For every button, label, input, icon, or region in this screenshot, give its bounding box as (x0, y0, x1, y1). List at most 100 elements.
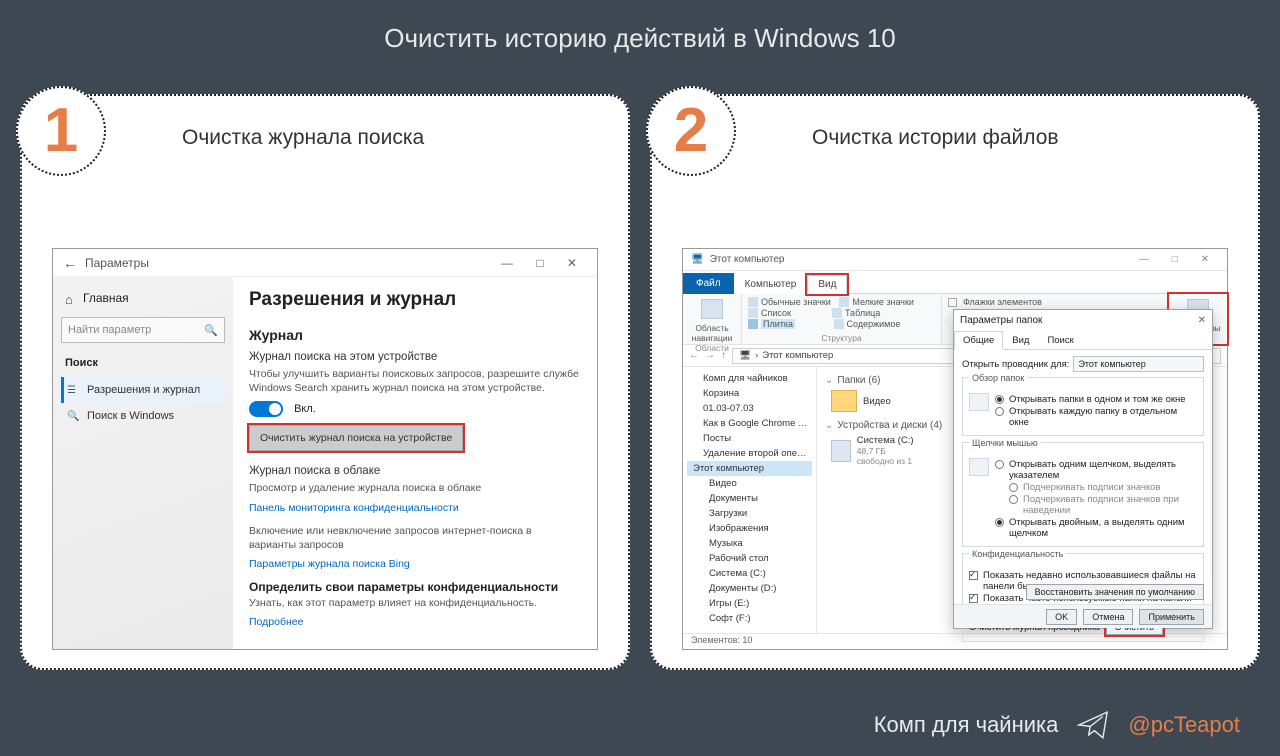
panel-1-title: Очистка журнала поиска (182, 126, 424, 150)
sidebar-home[interactable]: Главная (65, 291, 225, 305)
back-icon[interactable] (63, 255, 85, 271)
fieldset-browse: Обзор папок Открывать папки в одном и то… (962, 377, 1204, 436)
layout-icon (748, 319, 758, 329)
chevron-down-icon[interactable]: ⌄ (825, 420, 833, 431)
settings-main: Разрешения и журнал Журнал Журнал поиска… (233, 277, 597, 649)
toggle-label: Вкл. (294, 403, 316, 415)
search-icon: 🔍 (204, 324, 218, 337)
radio-new-window[interactable]: Открывать каждую папку в отдельном окне (995, 406, 1197, 428)
search-windows-icon (67, 410, 79, 422)
history-toggle[interactable] (249, 401, 283, 417)
ribbon-group-layout: Обычные значки Мелкие значки Список Табл… (742, 294, 942, 344)
privacy-params-desc: Узнать, как этот параметр влияет на конф… (249, 596, 581, 610)
nav-pane-button[interactable]: Область навигации (689, 297, 735, 343)
radio-same-window[interactable]: Открывать папки в одном и том же окне (995, 394, 1197, 405)
tree-item-this-pc[interactable]: Этот компьютер (687, 461, 812, 476)
folder-item[interactable]: Видео (831, 390, 921, 412)
radio-double-click[interactable]: Открывать двойным, а выделять одним щелч… (995, 517, 1197, 539)
drive-item[interactable]: Система (C:)48,7 ГБ свободно из 1 (831, 435, 921, 466)
dialog-tab-search[interactable]: Поиск (1038, 331, 1082, 350)
nav-up-icon[interactable]: ↑ (721, 350, 726, 361)
pc-icon: 🖥 (739, 350, 751, 361)
close-icon[interactable]: ✕ (1198, 315, 1206, 326)
layout-option[interactable]: Обычные значки (761, 297, 831, 307)
layout-option-active[interactable]: Плитка (761, 319, 795, 329)
layout-option[interactable]: Содержимое (847, 319, 901, 329)
drive-label: Система (C:) (857, 435, 921, 446)
address-path: Этот компьютер (762, 350, 833, 361)
tab-file[interactable]: Файл (683, 273, 734, 294)
sidebar-search[interactable]: Найти параметр 🔍 (61, 317, 225, 343)
tree-item[interactable]: Комп для чайников (687, 371, 812, 386)
tree-item[interactable]: Видео (687, 476, 812, 491)
tree-item[interactable]: Как в Google Chrome дава (687, 416, 812, 431)
panel-1: 1 Очистка журнала поиска Параметры — □ ✕… (20, 94, 630, 670)
dialog-tab-general[interactable]: Общие (954, 331, 1003, 350)
folder-label: Видео (863, 396, 891, 407)
clear-device-history-button[interactable]: Очистить журнал поиска на устройстве (249, 425, 463, 451)
explorer-title: Этот компьютер (710, 254, 785, 265)
restore-defaults-button[interactable]: Восстановить значения по умолчанию (1026, 584, 1204, 600)
dialog-tab-view[interactable]: Вид (1003, 331, 1038, 350)
page-title: Очистить историю действий в Windows 10 (384, 23, 896, 54)
flags-checkbox-label: Флажки элементов (963, 297, 1042, 307)
tree-item[interactable]: Рабочий стол (687, 551, 812, 566)
sidebar-item-search-windows[interactable]: Поиск в Windows (61, 403, 225, 429)
apply-button[interactable]: Применить (1139, 609, 1204, 625)
tree-item[interactable]: Изображения (687, 521, 812, 536)
radio-single-click[interactable]: Открывать одним щелчком, выделять указат… (995, 459, 1197, 481)
tab-computer[interactable]: Компьютер (734, 275, 808, 294)
chevron-down-icon[interactable]: ⌄ (825, 375, 833, 386)
page-header: Очистить историю действий в Windows 10 (0, 0, 1280, 76)
home-label: Главная (83, 291, 129, 305)
tree-item[interactable]: 01.03-07.03 (687, 401, 812, 416)
layout-option[interactable]: Список (761, 308, 791, 318)
search-placeholder: Найти параметр (68, 324, 151, 336)
nav-tree[interactable]: Комп для чайников Корзина 01.03-07.03 Ка… (683, 367, 817, 633)
more-link[interactable]: Подробнее (249, 616, 581, 628)
telegram-icon (1076, 708, 1110, 742)
nav-back-icon[interactable]: ← (689, 350, 699, 361)
step-number-1: 1 (16, 86, 106, 176)
window-buttons[interactable]: — □ ✕ (501, 256, 587, 270)
radio-label: Подчеркивать подписи значков при наведен… (1023, 494, 1197, 516)
layout-icon (748, 297, 758, 307)
tree-item[interactable]: Система (C:) (687, 566, 812, 581)
tree-item[interactable]: Софт (F:) (687, 611, 812, 626)
cancel-button[interactable]: Отмена (1083, 609, 1133, 625)
fieldset-title: Щелчки мышью (969, 438, 1041, 448)
sidebar-item-permissions[interactable]: Разрешения и журнал (61, 377, 225, 403)
layout-option[interactable]: Таблица (845, 308, 880, 318)
tree-item[interactable]: Посты (687, 431, 812, 446)
privacy-dashboard-link[interactable]: Панель мониторинга конфиденциальности (249, 502, 581, 514)
step-number-2: 2 (646, 86, 736, 176)
tree-item[interactable]: Документы (687, 491, 812, 506)
footer-handle[interactable]: @pcTeapot (1128, 712, 1240, 738)
tree-item[interactable]: Игры (E:) (687, 596, 812, 611)
tree-item[interactable]: Удаление второй операци (687, 446, 812, 461)
open-explorer-select[interactable]: Этот компьютер (1073, 356, 1204, 372)
layout-option[interactable]: Мелкие значки (852, 297, 914, 307)
radio-label: Открывать двойным, а выделять одним щелч… (1009, 517, 1197, 539)
tree-item[interactable]: Корзина (687, 386, 812, 401)
checkbox-icon[interactable] (948, 298, 957, 307)
sidebar-item-label: Поиск в Windows (87, 410, 174, 422)
cloud-history-title: Журнал поиска в облаке (249, 465, 581, 477)
footer-brand: Комп для чайника (874, 712, 1059, 738)
nav-fwd-icon[interactable]: → (705, 350, 715, 361)
bing-params-link[interactable]: Параметры журнала поиска Bing (249, 558, 581, 570)
settings-window: Параметры — □ ✕ Главная Найти параметр 🔍… (52, 248, 598, 650)
ok-button[interactable]: OK (1046, 609, 1077, 625)
radio-label: Открывать одним щелчком, выделять указат… (1009, 459, 1197, 481)
cloud-history-desc: Просмотр и удаление журнала поиска в обл… (249, 481, 581, 495)
tree-item[interactable]: Загрузки (687, 506, 812, 521)
layout-icon (839, 297, 849, 307)
window-buttons[interactable]: — □ ✕ (1139, 254, 1219, 265)
settings-sidebar: Главная Найти параметр 🔍 Поиск Разрешени… (53, 277, 233, 649)
tree-item[interactable]: Музыка (687, 536, 812, 551)
radio-label: Открывать каждую папку в отдельном окне (1009, 406, 1197, 428)
tab-view[interactable]: Вид (807, 275, 847, 294)
layout-icon (748, 308, 758, 318)
tree-item[interactable]: Документы (D:) (687, 581, 812, 596)
home-icon (65, 292, 77, 304)
